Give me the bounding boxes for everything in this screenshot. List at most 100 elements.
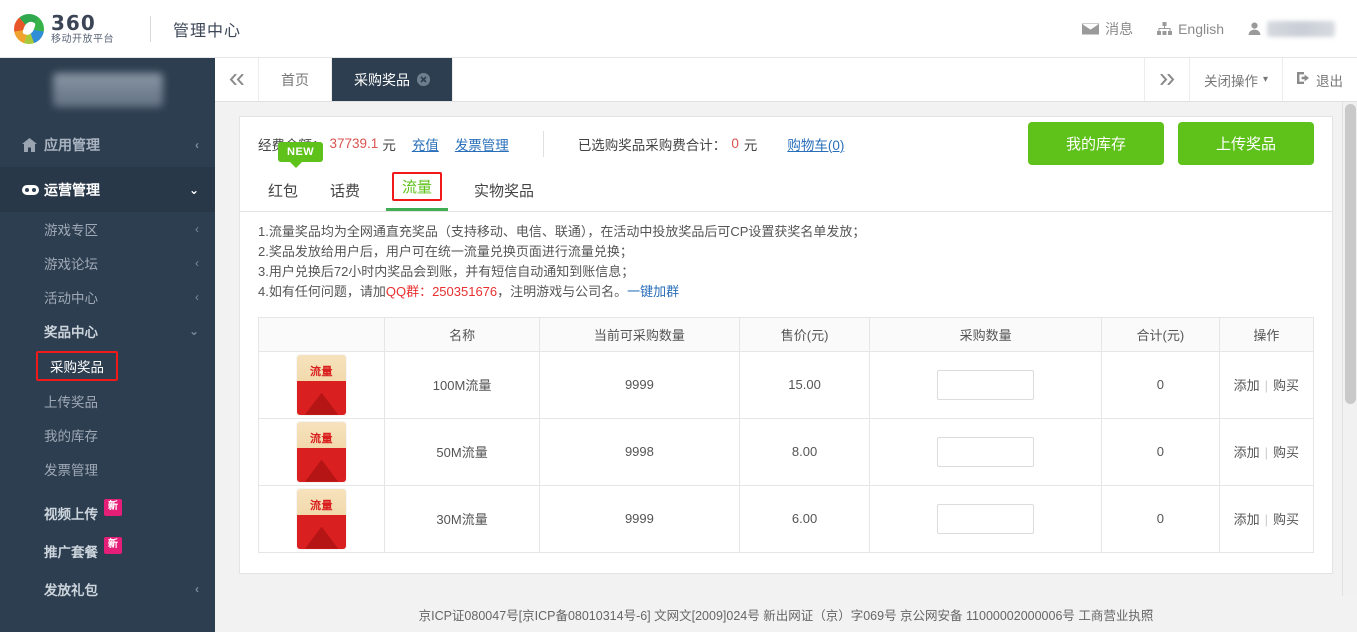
upload-prize-button[interactable]: 上传奖品 bbox=[1177, 122, 1314, 165]
tab-home[interactable]: 首页 bbox=[259, 58, 332, 101]
quantity-input[interactable] bbox=[937, 369, 1035, 400]
add-to-cart-link[interactable]: 添加 bbox=[1234, 378, 1260, 393]
product-tab-red-packet[interactable]: 红包 bbox=[252, 180, 314, 211]
join-group-link[interactable]: 一键加群 bbox=[627, 284, 679, 299]
sidebar-item-game-forum[interactable]: 游戏论坛 ‹ bbox=[0, 246, 215, 280]
product-category-tabs: NEW 红包 话费 流量 实物奖品 bbox=[239, 142, 1333, 212]
cell-stock: 9999 bbox=[539, 484, 740, 553]
selected-total-unit: 元 bbox=[743, 137, 758, 153]
sidebar-user-blurred bbox=[52, 73, 163, 107]
sidebar-item-video-upload[interactable]: 视频上传 新 bbox=[0, 494, 215, 532]
sidebar-item-my-inventory[interactable]: 我的库存 bbox=[0, 418, 215, 452]
recharge-link[interactable]: 充值 bbox=[412, 134, 439, 154]
logout-button[interactable]: 退出 bbox=[1282, 58, 1357, 101]
product-tab-label: 流量 bbox=[392, 172, 443, 201]
product-icon-label: 流量 bbox=[310, 499, 334, 512]
invoice-management-link[interactable]: 发票管理 bbox=[455, 134, 509, 154]
sidebar-label-upload-prize: 上传奖品 bbox=[44, 395, 98, 410]
product-tab-phone-bill[interactable]: 话费 bbox=[314, 180, 376, 211]
product-icon-label: 流量 bbox=[310, 365, 334, 378]
sidebar-item-upload-prize[interactable]: 上传奖品 bbox=[0, 384, 215, 418]
logo-text: 360 移动开放平台 bbox=[51, 13, 114, 45]
cell-actions: 添加 | 购买 bbox=[1218, 484, 1315, 553]
traffic-envelope-icon: 流量 bbox=[297, 488, 347, 549]
sidebar-item-invoice-management[interactable]: 发票管理 bbox=[0, 452, 215, 486]
user-menu[interactable]: chevron-down-icon bbox=[1248, 20, 1341, 37]
sidebar-item-prize-center[interactable]: 奖品中心 ⌄ bbox=[0, 314, 215, 348]
cell-actions: 添加 | 购买 bbox=[1218, 350, 1315, 419]
cell-total: 0 bbox=[1101, 350, 1220, 419]
th-price: 售价(元) bbox=[738, 316, 871, 352]
table-row: 流量 30M流量 9999 6.00 0 添加 | 购买 bbox=[257, 484, 1315, 553]
sidebar-item-purchase-prize[interactable]: 采购奖品 bbox=[0, 348, 215, 384]
sidebar-label-invoice-management: 发票管理 bbox=[44, 463, 98, 478]
tab-purchase-prize[interactable]: 采购奖品 bbox=[332, 58, 453, 101]
envelope-icon bbox=[1082, 23, 1100, 35]
site-logo[interactable]: 360 移动开放平台 bbox=[0, 13, 148, 45]
sidebar-label-gift-distribution: 发放礼包 bbox=[44, 583, 98, 598]
user-icon bbox=[1248, 22, 1261, 35]
sidebar-item-activity-center[interactable]: 活动中心 ‹ bbox=[0, 280, 215, 314]
chevron-down-icon: ⌄ bbox=[188, 182, 199, 197]
messages-button[interactable]: 消息 bbox=[1082, 19, 1133, 39]
chevron-left-icon: ‹ bbox=[195, 222, 199, 236]
sidebar-item-app-management[interactable]: 应用管理 ‹ bbox=[0, 122, 215, 167]
sidebar-item-promo-package[interactable]: 推广套餐 新 bbox=[0, 532, 215, 570]
scrollbar-thumb[interactable] bbox=[1345, 104, 1356, 404]
messages-label: 消息 bbox=[1105, 20, 1134, 37]
quantity-input[interactable] bbox=[937, 436, 1035, 467]
vertical-scrollbar[interactable] bbox=[1342, 102, 1357, 632]
tab-strip-actions: 关闭操作 ▾ 退出 bbox=[1143, 58, 1357, 101]
cell-total: 0 bbox=[1101, 417, 1220, 486]
cell-quantity bbox=[869, 350, 1103, 419]
product-tab-physical-prize[interactable]: 实物奖品 bbox=[458, 180, 550, 211]
balance-bar: 经费余额： 37739.1 元 充值 发票管理 已选购奖品采购费合计： 0 元 … bbox=[239, 116, 1333, 170]
sidebar: 应用管理 ‹ 运营管理 ⌄ 游戏专区 ‹ 游戏论坛 ‹ 活动中心 ‹ 奖品中心 … bbox=[0, 58, 215, 632]
instruction-line-1: 1.流量奖品均为全网通直充奖品（支持移动、电信、联通），在活动中投放奖品后可CP… bbox=[258, 224, 866, 239]
page-title: 管理中心 bbox=[173, 22, 242, 40]
th-total: 合计(元) bbox=[1101, 316, 1220, 352]
instructions-block: 1.流量奖品均为全网通直充奖品（支持移动、电信、联通），在活动中投放奖品后可CP… bbox=[239, 212, 1333, 317]
selected-total-label: 已选购奖品采购费合计： bbox=[577, 137, 727, 153]
sidebar-item-operations[interactable]: 运营管理 ⌄ bbox=[0, 167, 215, 212]
product-table-body: 流量 100M流量 9999 15.00 0 添加 | 购买 流量 50M流量 … bbox=[257, 350, 1315, 553]
traffic-envelope-icon: 流量 bbox=[297, 421, 347, 482]
sidebar-item-gift-distribution[interactable]: 发放礼包 ‹ bbox=[0, 570, 215, 608]
product-tab-label: 话费 bbox=[330, 183, 361, 200]
sidebar-user-block bbox=[0, 58, 215, 122]
language-button[interactable]: English bbox=[1157, 21, 1224, 37]
product-tab-data-traffic[interactable]: 流量 bbox=[376, 172, 458, 211]
cell-price: 15.00 bbox=[738, 350, 871, 419]
sidebar-label-activity-center: 活动中心 bbox=[44, 291, 98, 306]
instruction-line-3: 3.用户兑换后72小时内奖品会到账，并有短信自动通知到账信息； bbox=[258, 264, 635, 280]
cell-actions: 添加 | 购买 bbox=[1218, 417, 1315, 486]
cell-price: 8.00 bbox=[738, 417, 871, 486]
main-content: 经费余额： 37739.1 元 充值 发票管理 已选购奖品采购费合计： 0 元 … bbox=[215, 102, 1357, 632]
table-row: 流量 50M流量 9998 8.00 0 添加 | 购买 bbox=[257, 417, 1315, 486]
cell-product-image: 流量 bbox=[257, 417, 386, 486]
chevron-double-left-icon[interactable] bbox=[215, 58, 259, 101]
add-to-cart-link[interactable]: 添加 bbox=[1234, 445, 1260, 460]
cell-product-name: 50M流量 bbox=[384, 417, 541, 486]
sidebar-label-operations: 运营管理 bbox=[44, 181, 100, 198]
footer-icp-text: 京ICP证080047号[京ICP备08010314号-6] 文网文[2009]… bbox=[418, 608, 1154, 623]
buy-now-link[interactable]: 购买 bbox=[1273, 378, 1299, 393]
chevron-double-right-icon[interactable] bbox=[1143, 58, 1189, 101]
buy-now-link[interactable]: 购买 bbox=[1273, 512, 1299, 527]
cell-quantity bbox=[869, 417, 1103, 486]
sidebar-item-game-zone[interactable]: 游戏专区 ‹ bbox=[0, 212, 215, 246]
my-inventory-button[interactable]: 我的库存 bbox=[1027, 122, 1164, 165]
home-icon bbox=[22, 137, 44, 152]
chevron-down-icon: ▾ bbox=[1262, 74, 1268, 85]
add-to-cart-link[interactable]: 添加 bbox=[1234, 512, 1260, 527]
balance-bar-buttons: 我的库存 上传奖品 bbox=[1014, 122, 1314, 165]
cart-link[interactable]: 购物车(0) bbox=[787, 134, 844, 154]
buy-now-link[interactable]: 购买 bbox=[1273, 445, 1299, 460]
instruction-line-2: 2.奖品发放给用户后，用户可在统一流量兑换页面进行流量兑换； bbox=[258, 244, 633, 260]
close-icon[interactable] bbox=[417, 73, 430, 86]
close-operations-dropdown[interactable]: 关闭操作 ▾ bbox=[1188, 58, 1282, 101]
new-badge: 新 bbox=[104, 536, 122, 554]
gamepad-icon bbox=[22, 184, 44, 195]
chevron-left-icon: ‹ bbox=[195, 256, 199, 270]
quantity-input[interactable] bbox=[937, 503, 1035, 534]
